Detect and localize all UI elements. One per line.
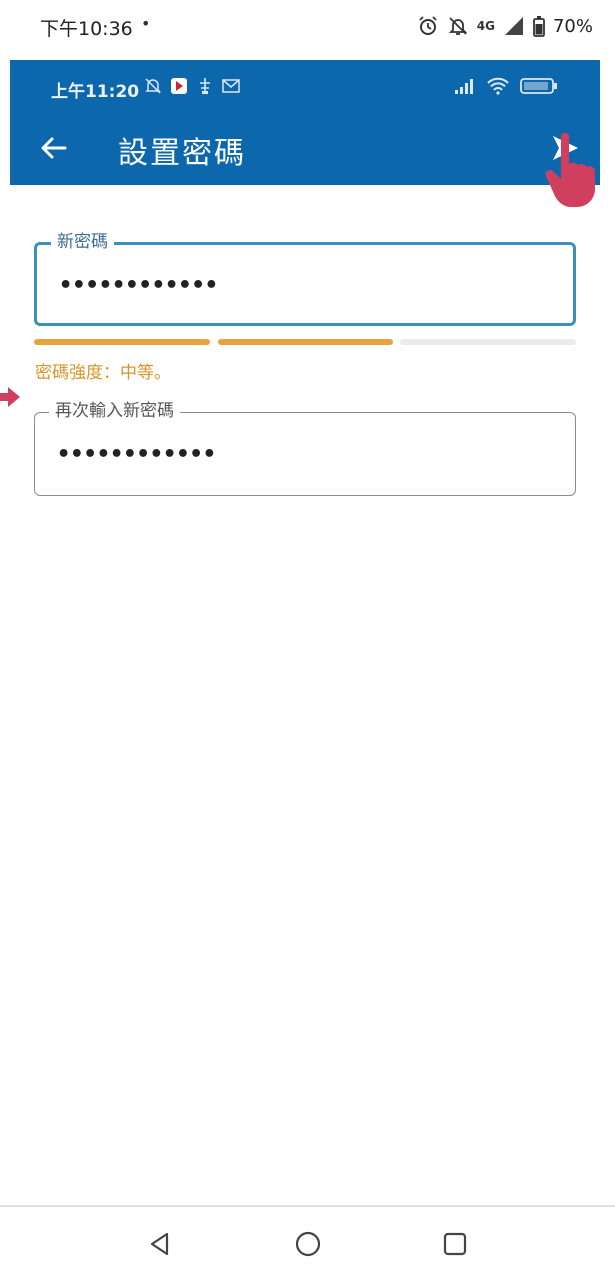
strength-segment-3 <box>400 339 576 345</box>
app-status-right-icons <box>454 77 558 99</box>
app-notification-icon <box>170 77 188 95</box>
alarm-icon <box>417 15 439 37</box>
page-title: 設置密碼 <box>118 136 246 171</box>
tap-hint-hand-icon <box>545 133 595 207</box>
arrow-left-icon <box>41 137 67 159</box>
hint-arrow-icon <box>0 387 20 407</box>
strength-segment-1 <box>34 339 210 345</box>
app-status-bar: 上午11:20 <box>10 60 600 112</box>
network-4g-icon: 4G <box>476 19 495 33</box>
new-password-label: 新密碼 <box>51 232 114 252</box>
mute-icon <box>144 77 162 95</box>
device-time: 下午10:36 <box>40 18 133 40</box>
system-nav-bar <box>0 1207 615 1279</box>
nav-recents-button[interactable] <box>440 1229 470 1259</box>
nav-back-button[interactable] <box>145 1229 175 1259</box>
app-status-left-icons <box>144 77 240 95</box>
new-password-value: •••••••••••• <box>59 273 218 298</box>
signal-icon <box>503 15 525 37</box>
mail-icon <box>222 77 240 95</box>
recents-square-icon <box>443 1232 467 1256</box>
back-button[interactable] <box>34 128 74 168</box>
strength-segment-2 <box>218 339 393 345</box>
device-status-icons: 4G 70% <box>417 12 593 40</box>
signal-icon <box>454 78 476 98</box>
app-header: 上午11:20 設置密碼 <box>10 60 600 185</box>
battery-icon <box>533 15 545 37</box>
new-password-field[interactable]: 新密碼 •••••••••••• <box>34 232 576 326</box>
battery-icon <box>520 78 558 98</box>
home-circle-icon <box>295 1231 321 1257</box>
notification-dot: • <box>141 14 151 33</box>
wifi-icon <box>486 77 510 99</box>
confirm-password-label: 再次輸入新密碼 <box>49 401 180 421</box>
nav-home-button[interactable] <box>293 1229 323 1259</box>
toolbar: 設置密碼 <box>10 112 600 185</box>
mute-icon <box>447 15 469 37</box>
password-strength-text: 密碼強度：中等。 <box>35 363 171 383</box>
usb-icon <box>196 77 214 95</box>
back-triangle-icon <box>150 1232 169 1256</box>
battery-percent: 70% <box>552 15 593 37</box>
confirm-password-value: •••••••••••• <box>57 442 216 467</box>
confirm-password-field[interactable]: 再次輸入新密碼 •••••••••••• <box>34 401 576 496</box>
device-status-bar: 下午10:36 • 4G 70% <box>0 0 615 52</box>
app-status-time: 上午11:20 <box>51 82 140 102</box>
